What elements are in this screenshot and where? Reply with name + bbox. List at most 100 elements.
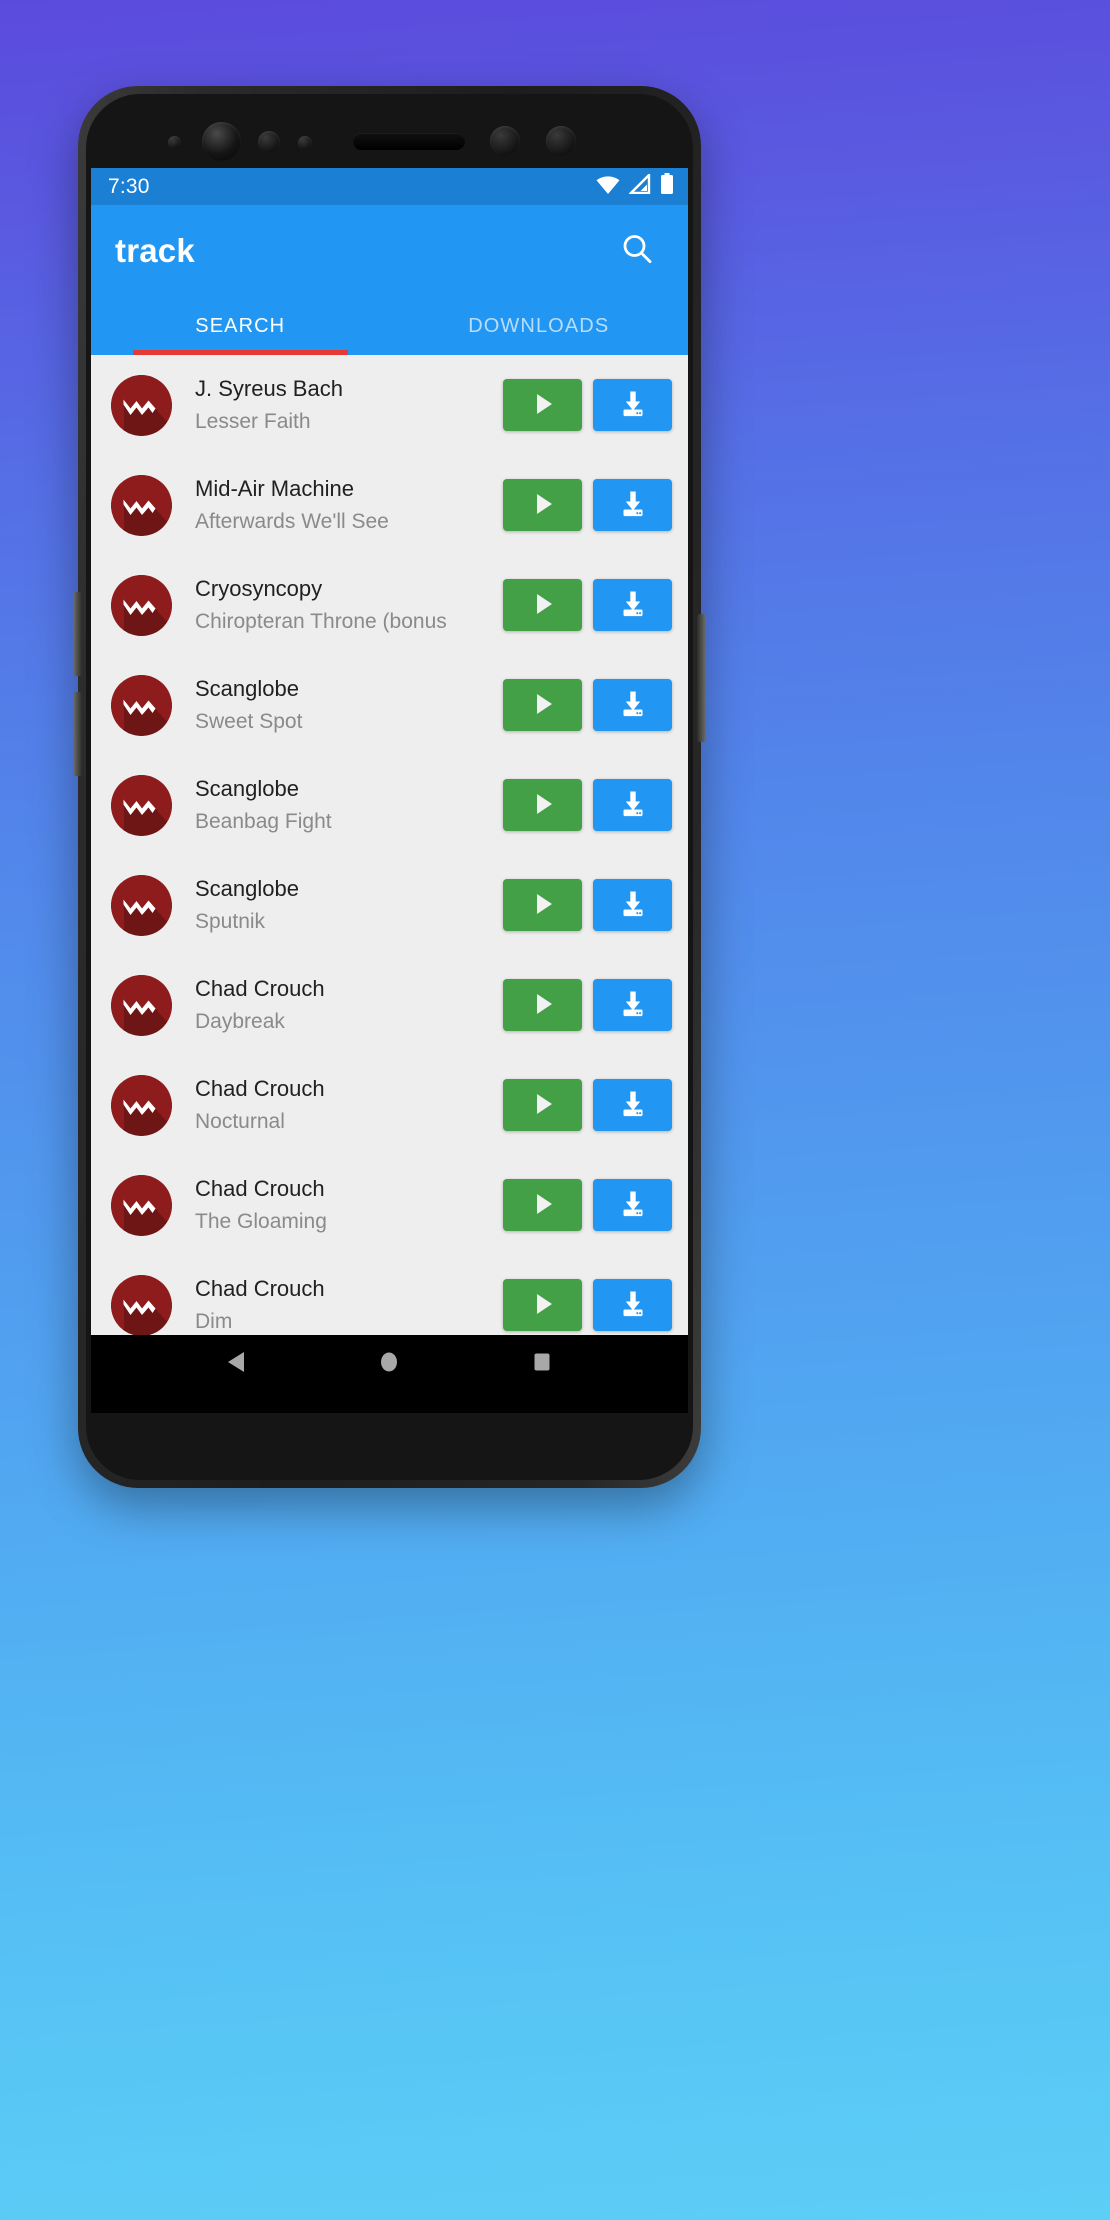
play-icon — [528, 989, 558, 1022]
track-artist: Cryosyncopy — [195, 575, 323, 601]
wave-logo-icon — [111, 674, 172, 736]
status-bar-icons — [596, 172, 674, 200]
track-title: Lesser Faith — [195, 410, 311, 434]
wave-logo-icon — [111, 474, 172, 536]
play-button[interactable] — [503, 479, 582, 531]
play-button[interactable] — [503, 379, 582, 431]
volume-up-button[interactable] — [73, 592, 82, 676]
sensor-dot-a-icon — [490, 126, 520, 156]
back-button[interactable] — [207, 1342, 267, 1386]
play-icon — [528, 1289, 558, 1322]
wave-logo-icon — [111, 574, 172, 636]
track-artist: Chad Crouch — [195, 1075, 325, 1101]
tab-downloads-label: DOWNLOADS — [468, 314, 610, 337]
iris-scanner-icon — [258, 131, 280, 153]
track-title: Afterwards We'll See — [195, 510, 389, 534]
play-button[interactable] — [503, 879, 582, 931]
download-button[interactable] — [593, 1079, 672, 1131]
play-icon — [528, 889, 558, 922]
download-button[interactable] — [593, 779, 672, 831]
power-button[interactable] — [697, 614, 706, 742]
download-icon — [617, 788, 649, 823]
wave-logo-icon — [111, 374, 172, 436]
track-meta: Cryosyncopy Chiropteran Throne (bonus — [195, 575, 503, 636]
track-list-item[interactable]: Cryosyncopy Chiropteran Throne (bonus — [91, 555, 688, 655]
download-icon — [617, 1088, 649, 1123]
play-button[interactable] — [503, 579, 582, 631]
track-artist: Mid-Air Machine — [195, 475, 354, 501]
wave-logo-icon — [111, 1074, 172, 1136]
download-button[interactable] — [593, 879, 672, 931]
tab-search[interactable]: SEARCH — [91, 297, 390, 355]
track-title: Daybreak — [195, 1010, 285, 1034]
track-title: Chiropteran Throne (bonus — [195, 610, 447, 634]
track-list-item[interactable]: Scanglobe Sputnik — [91, 855, 688, 955]
play-button[interactable] — [503, 1079, 582, 1131]
proximity-sensor-icon — [168, 136, 181, 149]
track-meta: Chad Crouch The Gloaming — [195, 1175, 503, 1236]
track-artist: Chad Crouch — [195, 975, 325, 1001]
track-meta: Scanglobe Sweet Spot — [195, 675, 503, 736]
play-icon — [528, 589, 558, 622]
wave-logo-icon — [111, 774, 172, 836]
download-icon — [617, 988, 649, 1023]
recents-button[interactable] — [512, 1342, 572, 1386]
android-navigation-bar — [91, 1335, 688, 1393]
home-button[interactable] — [359, 1342, 419, 1386]
play-button[interactable] — [503, 979, 582, 1031]
play-icon — [528, 1189, 558, 1222]
download-button[interactable] — [593, 379, 672, 431]
track-meta: Scanglobe Beanbag Fight — [195, 775, 503, 836]
play-button[interactable] — [503, 779, 582, 831]
track-list-item[interactable]: Chad Crouch Daybreak — [91, 955, 688, 1055]
track-list-item[interactable]: Chad Crouch Nocturnal — [91, 1055, 688, 1155]
download-icon — [617, 1188, 649, 1223]
tab-downloads[interactable]: DOWNLOADS — [390, 297, 689, 355]
download-button[interactable] — [593, 1279, 672, 1331]
track-actions — [503, 479, 672, 531]
track-meta: Chad Crouch Daybreak — [195, 975, 503, 1036]
play-button[interactable] — [503, 1179, 582, 1231]
track-meta: Chad Crouch Dim — [195, 1275, 503, 1335]
track-list[interactable]: J. Syreus Bach Lesser Faith Mid-Air Mach… — [91, 355, 688, 1335]
wave-logo-icon — [111, 874, 172, 936]
track-list-item[interactable]: Scanglobe Beanbag Fight — [91, 755, 688, 855]
track-list-item[interactable]: Chad Crouch Dim — [91, 1255, 688, 1335]
track-list-item[interactable]: Chad Crouch The Gloaming — [91, 1155, 688, 1255]
download-button[interactable] — [593, 979, 672, 1031]
status-bar-clock: 7:30 — [108, 174, 150, 198]
download-button[interactable] — [593, 479, 672, 531]
track-meta: Scanglobe Sputnik — [195, 875, 503, 936]
track-list-item[interactable]: Mid-Air Machine Afterwards We'll See — [91, 455, 688, 555]
track-actions — [503, 679, 672, 731]
wave-logo-icon — [111, 1274, 172, 1335]
track-actions — [503, 1179, 672, 1231]
play-icon — [528, 1089, 558, 1122]
track-title: Dim — [195, 1310, 233, 1334]
search-button[interactable] — [614, 228, 660, 274]
download-icon — [617, 488, 649, 523]
download-icon — [617, 688, 649, 723]
track-title: Nocturnal — [195, 1110, 285, 1134]
track-title: The Gloaming — [195, 1210, 327, 1234]
download-button[interactable] — [593, 679, 672, 731]
wave-logo-icon — [111, 974, 172, 1036]
play-button[interactable] — [503, 679, 582, 731]
track-artist: Scanglobe — [195, 675, 299, 701]
download-button[interactable] — [593, 1179, 672, 1231]
track-meta: Mid-Air Machine Afterwards We'll See — [195, 475, 503, 536]
track-list-item[interactable]: J. Syreus Bach Lesser Faith — [91, 355, 688, 455]
track-artist: Scanglobe — [195, 875, 299, 901]
app-bar-top-row: track — [91, 205, 688, 297]
play-button[interactable] — [503, 1279, 582, 1331]
phone-screen: 7:30 track SEARCH DOWNLOADS J. Syreus Ba… — [91, 168, 688, 1393]
track-actions — [503, 779, 672, 831]
tab-bar: SEARCH DOWNLOADS — [91, 297, 688, 355]
volume-down-button[interactable] — [73, 692, 82, 776]
track-meta: Chad Crouch Nocturnal — [195, 1075, 503, 1136]
light-sensor-icon — [298, 136, 312, 150]
app-bar: track SEARCH DOWNLOADS — [91, 205, 688, 355]
download-icon — [617, 888, 649, 923]
download-button[interactable] — [593, 579, 672, 631]
track-list-item[interactable]: Scanglobe Sweet Spot — [91, 655, 688, 755]
